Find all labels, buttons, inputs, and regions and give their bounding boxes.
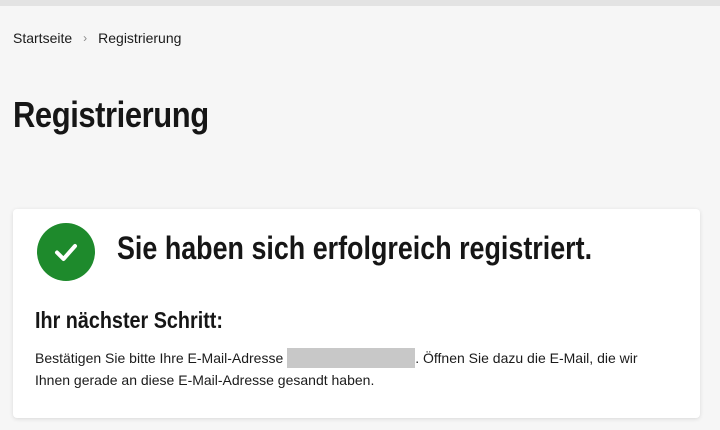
success-card: Sie haben sich erfolgreich registriert. …	[13, 209, 700, 418]
instructions-before: Bestätigen Sie bitte Ihre E-Mail-Adresse	[35, 350, 284, 366]
success-message: Sie haben sich erfolgreich registriert.	[117, 230, 593, 266]
checkmark-icon	[55, 244, 77, 261]
next-step-heading: Ihr nächster Schritt:	[35, 307, 223, 333]
top-divider	[0, 0, 720, 6]
page-title: Registrierung	[13, 94, 209, 135]
instructions-text: Bestätigen Sie bitte Ihre E-Mail-Adresse…	[35, 347, 675, 391]
breadcrumb-current: Registrierung	[98, 30, 182, 46]
breadcrumb-home-link[interactable]: Startseite	[13, 30, 72, 46]
breadcrumb-separator-icon: ›	[83, 31, 88, 45]
check-circle-icon	[37, 223, 95, 281]
redacted-email	[287, 348, 416, 368]
breadcrumb: Startseite › Registrierung	[13, 30, 181, 46]
